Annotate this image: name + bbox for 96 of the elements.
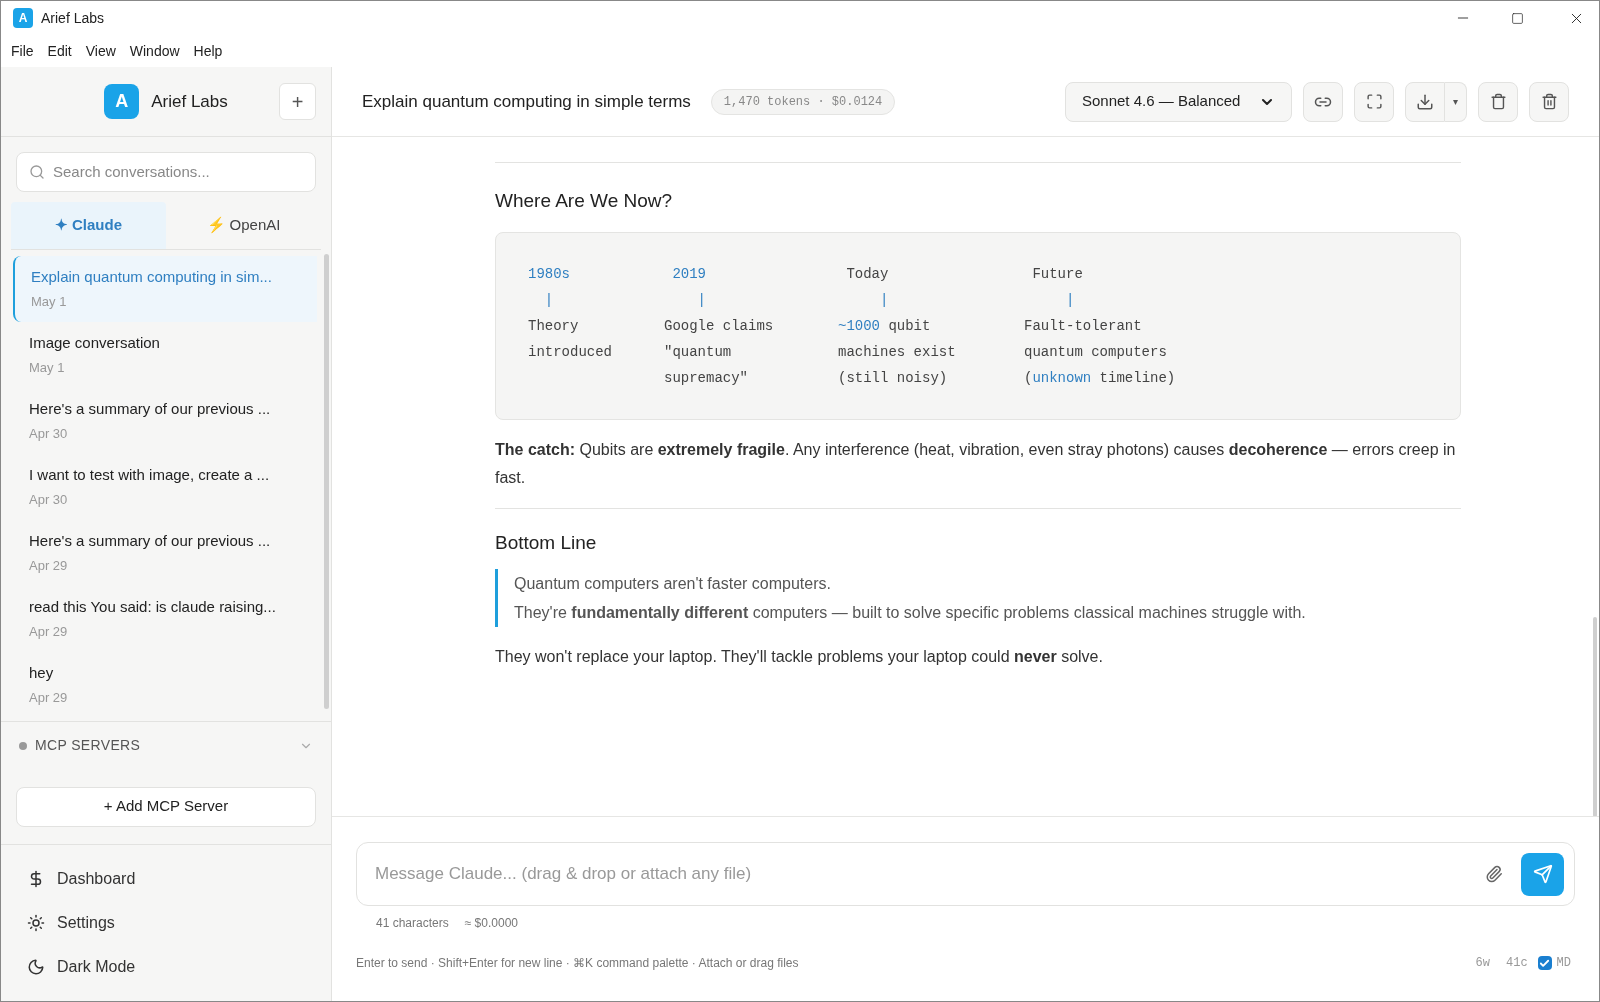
nav-item[interactable]: Dark Mode bbox=[27, 945, 305, 989]
delete-button[interactable] bbox=[1529, 81, 1569, 122]
quote-line: Quantum computers aren't faster computers. bbox=[514, 574, 832, 594]
window-title: Arief Labs bbox=[41, 8, 105, 28]
menu-item[interactable]: Edit bbox=[47, 40, 72, 62]
fullscreen-button[interactable] bbox=[1354, 81, 1394, 122]
nav-item[interactable]: Dashboard bbox=[27, 857, 305, 901]
link-button[interactable] bbox=[1303, 81, 1343, 122]
code-text: | bbox=[879, 290, 889, 310]
code-text: "quantum bbox=[664, 342, 732, 362]
code-text: machines exist bbox=[838, 342, 956, 362]
new-chat-button[interactable]: + bbox=[279, 83, 316, 120]
code-text: supremacy" bbox=[664, 368, 748, 388]
code-text: 2019 bbox=[671, 264, 706, 284]
message-input[interactable]: Message Claude... (drag & drop or attach any file) bbox=[375, 861, 1485, 887]
scrollbar[interactable] bbox=[324, 254, 329, 709]
provider-tab[interactable]: ⚡ OpenAI bbox=[166, 202, 321, 249]
send-button[interactable] bbox=[1521, 852, 1564, 896]
add-mcp-server-button[interactable]: + Add MCP Server bbox=[16, 786, 316, 827]
code-text: (still noisy) bbox=[838, 368, 948, 388]
conversation-heading: Explain quantum computing in simple terms bbox=[362, 90, 691, 113]
conversation-title: Here's a summary of our previous ... bbox=[29, 399, 272, 419]
send-icon bbox=[1532, 864, 1553, 884]
fullscreen-icon bbox=[1365, 93, 1383, 110]
code-text: | bbox=[1065, 290, 1075, 310]
conversation-title: I want to test with image, create a ... bbox=[29, 465, 271, 485]
trash-icon bbox=[1540, 93, 1558, 110]
code-text: (unknown timeline) bbox=[1024, 368, 1176, 388]
paragraph: The catch: Qubits are extremely fragile. Any interference (heat, vibration, even stray photons) causes decoherence — errors creep in fast. bbox=[495, 439, 1457, 488]
char-count: 41 characters bbox=[376, 915, 449, 932]
section-heading: Bottom Line bbox=[495, 530, 598, 555]
code-text: | bbox=[696, 290, 706, 310]
paragraph: They won't replace your laptop. They'll tackle problems your laptop could never solve. bbox=[495, 647, 1104, 667]
model-select[interactable]: Sonnet 4.6 — Balanced bbox=[1065, 81, 1292, 122]
code-text: Today bbox=[845, 264, 889, 284]
conversation-item[interactable]: hey Apr 29 bbox=[13, 652, 317, 718]
code-text: ~1000 qubit bbox=[838, 316, 931, 336]
brand-name: Arief Labs bbox=[151, 90, 228, 113]
download-button[interactable] bbox=[1405, 81, 1445, 122]
menu-item[interactable]: Window bbox=[129, 40, 180, 62]
clear-button[interactable] bbox=[1478, 81, 1518, 122]
search-field[interactable]: Search conversations... bbox=[16, 152, 316, 192]
code-text: Future bbox=[1031, 264, 1083, 284]
message-field[interactable]: Message Claude... (drag & drop or attach any file) bbox=[356, 842, 1575, 906]
conversation-title: hey bbox=[29, 663, 55, 683]
nav-item[interactable]: Settings bbox=[27, 901, 305, 945]
search-input[interactable]: Search conversations... bbox=[53, 160, 303, 184]
menu-item[interactable]: File bbox=[11, 40, 34, 62]
conversation-item[interactable]: I want to test with image, create a ... Apr 30 bbox=[13, 454, 317, 520]
conversation-item[interactable]: Image conversation May 1 bbox=[13, 322, 317, 388]
conversation-title: Image conversation bbox=[29, 333, 161, 353]
code-text: 1980s bbox=[528, 264, 570, 284]
char-count: 41c bbox=[1506, 955, 1528, 972]
conversation-item[interactable]: Explain quantum computing in sim... May 1 bbox=[13, 256, 317, 322]
scrollbar[interactable] bbox=[1593, 617, 1597, 816]
word-count: 6w bbox=[1475, 955, 1490, 972]
conversation-date: May 1 bbox=[29, 358, 66, 377]
conversation-date: Apr 29 bbox=[29, 688, 69, 707]
conversation-date: Apr 30 bbox=[29, 490, 69, 509]
code-text: introduced bbox=[528, 342, 612, 362]
code-text: quantum computers bbox=[1024, 342, 1167, 362]
conversation-date: May 1 bbox=[31, 292, 68, 311]
menu-item[interactable]: View bbox=[85, 40, 116, 62]
conversation-title: Here's a summary of our previous ... bbox=[29, 531, 272, 551]
md-checkbox[interactable] bbox=[1537, 956, 1552, 970]
brand-logo: A bbox=[104, 84, 140, 119]
code-text: Theory bbox=[528, 316, 579, 336]
maximize-icon[interactable] bbox=[1511, 11, 1524, 25]
conversation-item[interactable]: Here's a summary of our previous ... Apr 30 bbox=[13, 388, 317, 454]
code-text: Fault-tolerant bbox=[1024, 316, 1142, 336]
quote-line: They're fundamentally different computers — built to solve specific problems classical machines struggle with. bbox=[514, 603, 1307, 623]
download-icon bbox=[1416, 92, 1434, 111]
conversation-date: Apr 29 bbox=[29, 556, 69, 575]
keyboard-hint: Enter to send · Shift+Enter for new line · ⌘K command palette · Attach or drag files bbox=[356, 955, 799, 972]
section-heading: Where Are We Now? bbox=[495, 189, 674, 213]
app-logo-icon: A bbox=[13, 8, 33, 28]
conversation-title: read this You said: is claude raising... bbox=[29, 597, 277, 617]
conversation-date: Apr 29 bbox=[29, 622, 69, 641]
conversation-item[interactable]: Here's a summary of our previous ... Apr 29 bbox=[13, 520, 317, 586]
cost-estimate: ≈ $0.0000 bbox=[464, 915, 518, 932]
provider-tab[interactable]: ✦ Claude bbox=[11, 202, 166, 249]
attach-icon[interactable] bbox=[1485, 865, 1503, 883]
download-menu-button[interactable]: ▾ bbox=[1445, 81, 1467, 122]
conversation-title: Explain quantum computing in sim... bbox=[31, 267, 273, 287]
conversation-item[interactable]: read this You said: is claude raising... Apr 29 bbox=[13, 586, 317, 652]
trash-icon bbox=[1489, 93, 1507, 110]
moon-icon bbox=[27, 958, 45, 976]
settings-icon bbox=[27, 914, 45, 932]
search-icon bbox=[29, 164, 45, 180]
code-text: Google claims bbox=[664, 316, 774, 336]
mcp-title: MCP SERVERS bbox=[35, 736, 141, 755]
menu-item[interactable]: Help bbox=[193, 40, 223, 62]
code-text: | bbox=[543, 290, 554, 310]
md-label: MD bbox=[1556, 955, 1571, 972]
conversation-date: Apr 30 bbox=[29, 424, 69, 443]
usage-badge: 1,470 tokens · $0.0124 bbox=[710, 88, 896, 115]
